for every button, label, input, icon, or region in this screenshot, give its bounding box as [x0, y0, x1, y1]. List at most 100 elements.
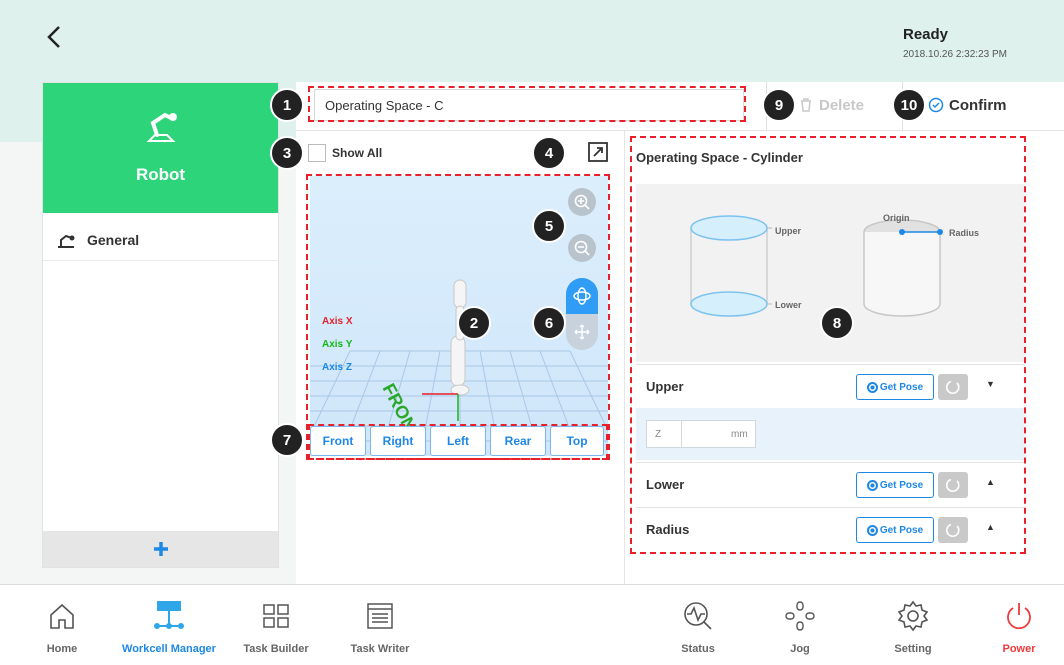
- nav-home-label: Home: [46, 643, 78, 655]
- annotation-badge: 6: [532, 306, 566, 340]
- view-buttons: Front Right Left Rear Top: [310, 426, 604, 456]
- rotate-button[interactable]: [566, 278, 598, 314]
- z-axis-label: Z: [655, 429, 662, 440]
- nav-power[interactable]: Power: [994, 585, 1044, 665]
- annotation-badge: 9: [762, 88, 796, 122]
- annotation-badge: 5: [532, 209, 566, 243]
- show-all-toggle[interactable]: Show All: [308, 144, 382, 162]
- upper-label: Upper: [646, 379, 684, 394]
- nav-setting[interactable]: Setting: [884, 585, 942, 665]
- expand-button[interactable]: [587, 141, 609, 163]
- annotation-badge: 2: [457, 306, 491, 340]
- nav-workcell-manager[interactable]: Workcell Manager: [112, 585, 226, 665]
- task-builder-icon: [263, 604, 289, 628]
- view-rear-button[interactable]: Rear: [490, 426, 546, 456]
- bottom-nav: Home Workcell Manager Task Builder Task …: [0, 584, 1064, 664]
- nav-task-builder-label: Task Builder: [243, 643, 309, 655]
- delete-label: Delete: [819, 96, 865, 114]
- annotation-badge: 1: [270, 88, 304, 122]
- confirm-button[interactable]: Confirm: [928, 88, 1007, 122]
- zoom-out-button[interactable]: [568, 234, 596, 262]
- task-writer-icon: [367, 603, 393, 629]
- get-pose-label: Get Pose: [879, 479, 924, 491]
- workcell-icon: [154, 601, 184, 629]
- nav-power-label: Power: [1002, 643, 1036, 655]
- lower-label: Lower: [646, 477, 685, 492]
- radius-get-pose-button[interactable]: Get Pose: [856, 517, 934, 543]
- lower-get-pose-button[interactable]: Get Pose: [856, 472, 934, 498]
- diagram-upper-label: Upper: [775, 226, 802, 236]
- nav-workcell-manager-label: Workcell Manager: [122, 643, 216, 655]
- annotation-badge: 4: [532, 136, 566, 170]
- expand-icon: [588, 142, 608, 162]
- lower-expand-caret[interactable]: ▲: [986, 477, 995, 487]
- nav-task-writer[interactable]: Task Writer: [342, 585, 418, 665]
- refresh-icon: [945, 380, 960, 395]
- show-all-checkbox[interactable]: [308, 144, 326, 162]
- nav-task-builder[interactable]: Task Builder: [238, 585, 314, 665]
- trash-icon: [801, 98, 811, 112]
- radius-row: Radius Get Pose ▲: [636, 507, 1024, 551]
- axis-z-label: Axis Z: [322, 362, 353, 373]
- robot-tile[interactable]: Robot: [43, 83, 278, 213]
- upper-collapse-caret[interactable]: ▼: [986, 379, 995, 389]
- space-name-input[interactable]: [314, 89, 744, 121]
- refresh-icon: [945, 523, 960, 538]
- chevron-left-icon: [47, 26, 60, 48]
- annotation-badge: 8: [820, 306, 854, 340]
- nav-jog[interactable]: Jog: [780, 585, 820, 665]
- annotation-badge: 7: [270, 423, 304, 457]
- robot-arm-icon: [146, 112, 177, 142]
- move-icon: [574, 324, 590, 340]
- nav-status[interactable]: Status: [676, 585, 720, 665]
- nav-jog-label: Jog: [790, 643, 810, 655]
- lower-reset-button[interactable]: [938, 472, 968, 498]
- nav-home[interactable]: Home: [40, 585, 84, 665]
- radius-label: Radius: [646, 522, 690, 537]
- home-icon: [50, 603, 74, 629]
- zoom-in-button[interactable]: [568, 188, 596, 216]
- zoom-out-icon: [574, 240, 590, 256]
- refresh-icon: [945, 478, 960, 493]
- axis-y-label: Axis Y: [322, 339, 353, 350]
- sidebar-item-general[interactable]: General: [43, 219, 278, 261]
- plus-icon: [153, 542, 168, 556]
- robot-small-icon: [58, 234, 75, 248]
- add-button[interactable]: [43, 531, 278, 567]
- power-icon: [1007, 603, 1031, 630]
- nav-setting-label: Setting: [894, 643, 932, 655]
- view-top-button[interactable]: Top: [550, 426, 604, 456]
- upper-get-pose-button[interactable]: Get Pose: [856, 374, 934, 400]
- target-icon: [866, 524, 878, 536]
- pan-button[interactable]: [566, 314, 598, 350]
- upper-reset-button[interactable]: [938, 374, 968, 400]
- sidebar-item-label: General: [87, 231, 140, 248]
- view-left-button[interactable]: Left: [430, 426, 486, 456]
- radius-reset-button[interactable]: [938, 517, 968, 543]
- radius-expand-caret[interactable]: ▲: [986, 522, 995, 532]
- view-right-button[interactable]: Right: [370, 426, 426, 456]
- target-icon: [866, 381, 878, 393]
- axis-x-label: Axis X: [322, 316, 353, 327]
- sidebar: Robot General: [42, 82, 279, 568]
- upper-z-row: Z mm: [636, 408, 1024, 460]
- gear-icon: [897, 600, 929, 632]
- rotate-icon: [573, 287, 591, 305]
- check-circle-icon: [928, 97, 944, 113]
- upper-z-field[interactable]: Z mm: [646, 420, 756, 448]
- get-pose-label: Get Pose: [879, 524, 924, 536]
- diagram-radius-label: Radius: [949, 228, 980, 238]
- z-unit-label: mm: [731, 429, 748, 440]
- diagram-lower-label: Lower: [775, 300, 802, 310]
- annotation-badge: 3: [270, 136, 304, 170]
- target-icon: [866, 479, 878, 491]
- back-button[interactable]: [40, 22, 70, 52]
- diagram-origin-label: Origin: [883, 213, 910, 223]
- robot-label: Robot: [135, 165, 186, 184]
- delete-button[interactable]: Delete: [798, 88, 864, 122]
- view-front-button[interactable]: Front: [310, 426, 366, 456]
- status-title: Ready: [903, 26, 949, 43]
- status-icon: [684, 602, 712, 630]
- show-all-label: Show All: [332, 146, 383, 160]
- nav-status-label: Status: [681, 643, 715, 655]
